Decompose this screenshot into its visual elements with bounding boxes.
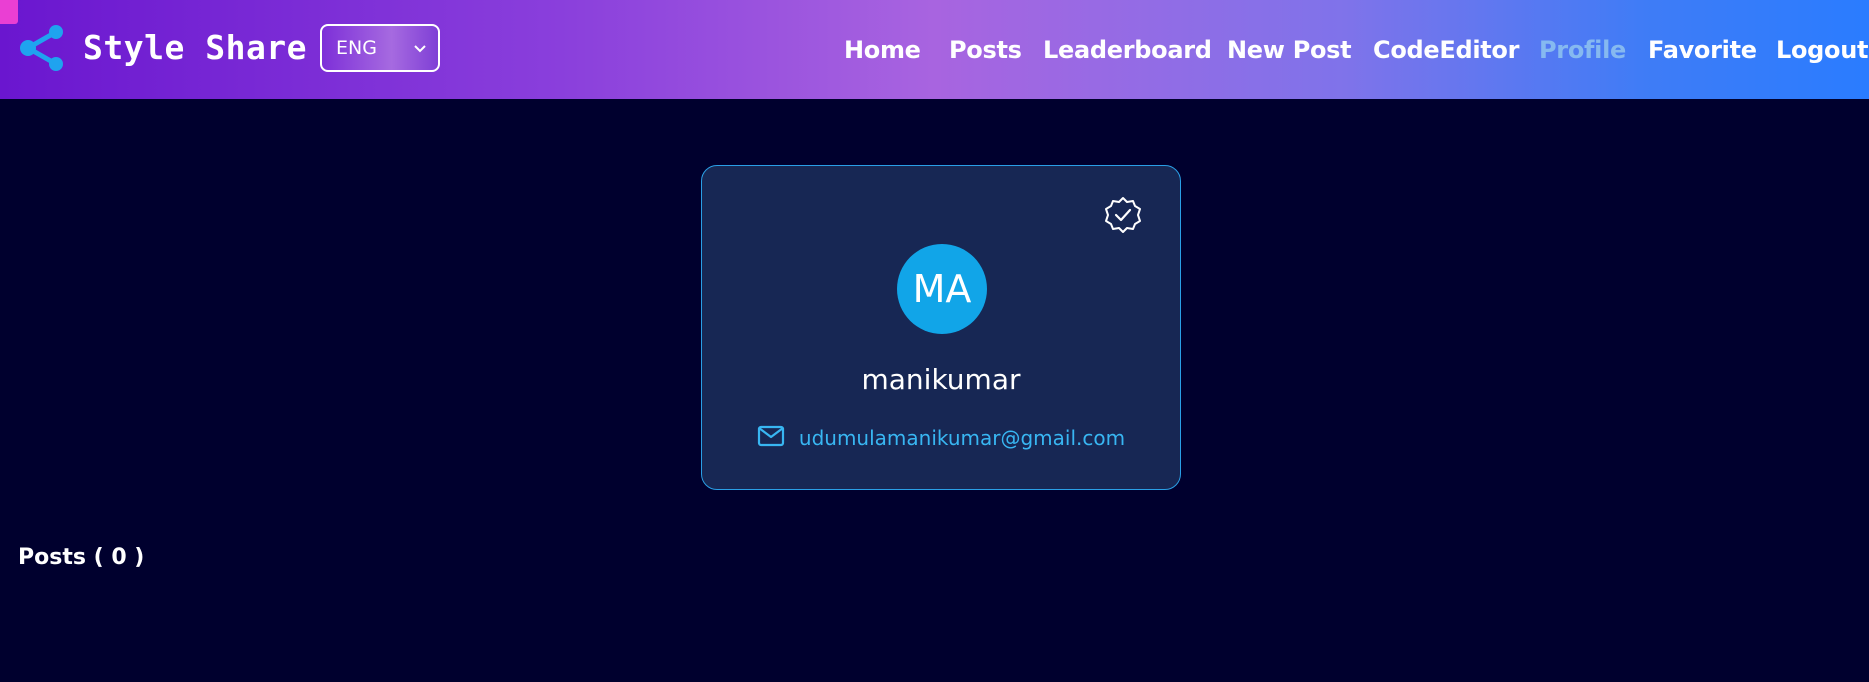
corner-marker bbox=[0, 0, 18, 24]
nav-favorite[interactable]: Favorite bbox=[1648, 36, 1757, 64]
avatar: MA bbox=[897, 244, 987, 334]
nav-posts[interactable]: Posts bbox=[949, 36, 1022, 64]
nav-leaderboard[interactable]: Leaderboard bbox=[1043, 36, 1212, 64]
top-navbar: Style Share ENG Home Posts Leaderboard N… bbox=[0, 0, 1869, 99]
nav-codeeditor[interactable]: CodeEditor bbox=[1373, 36, 1519, 64]
nav-profile[interactable]: Profile bbox=[1539, 36, 1626, 64]
profile-email-link[interactable]: udumulamanikumar@gmail.com bbox=[799, 426, 1125, 450]
nav-new-post[interactable]: New Post bbox=[1227, 36, 1352, 64]
nav-home[interactable]: Home bbox=[844, 36, 921, 64]
profile-card: MA manikumar udumulamanikumar@gmail.com bbox=[701, 165, 1181, 490]
nav-links: Home Posts Leaderboard New Post CodeEdit… bbox=[0, 36, 1869, 72]
email-row: udumulamanikumar@gmail.com bbox=[702, 425, 1180, 450]
nav-logout[interactable]: Logout bbox=[1776, 36, 1869, 64]
posts-count-heading: Posts ( 0 ) bbox=[18, 545, 145, 570]
verified-badge-icon bbox=[1105, 197, 1141, 233]
profile-username: manikumar bbox=[861, 363, 1021, 396]
mail-icon bbox=[757, 425, 784, 447]
